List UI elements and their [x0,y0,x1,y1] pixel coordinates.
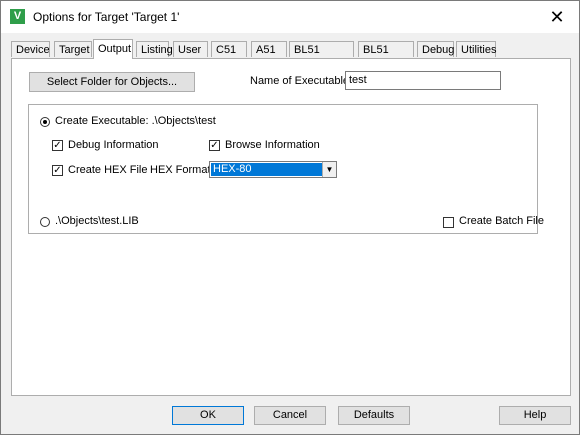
create-batch-file-checkbox[interactable] [443,217,454,228]
tab-bl51-locate[interactable]: BL51 Locate [289,41,354,72]
create-hex-checkbox[interactable]: ✓ [52,165,63,176]
tab-target[interactable]: Target [54,41,92,57]
tab-strip: Device Target Output Listing User C51 A5… [11,39,571,72]
output-tab-panel: Select Folder for Objects... Name of Exe… [11,58,571,396]
create-batch-file-label: Create Batch File [459,215,544,227]
browse-information-checkbox[interactable]: ✓ [209,140,220,151]
close-button[interactable]: ✕ [535,1,579,33]
name-of-executable-label: Name of Executable: [250,75,353,87]
browse-information-label: Browse Information [225,139,320,151]
create-executable-label: Create Executable: .\Objects\test [55,115,216,127]
create-executable-radio[interactable] [40,117,50,127]
title-bar: V Options for Target 'Target 1' ✕ [1,1,579,33]
debug-information-checkbox[interactable]: ✓ [52,140,63,151]
create-library-label: .\Objects\test.LIB [55,215,139,227]
tab-bl51-misc[interactable]: BL51 Misc [358,41,414,72]
window-title: Options for Target 'Target 1' [33,10,180,24]
select-folder-button[interactable]: Select Folder for Objects... [29,72,195,92]
hex-format-label: HEX Format: [150,164,214,176]
ok-button[interactable]: OK [172,406,244,425]
tab-output[interactable]: Output [93,39,133,59]
defaults-button[interactable]: Defaults [338,406,410,425]
tab-utilities[interactable]: Utilities [456,41,496,57]
tab-a51[interactable]: A51 [251,41,287,57]
radio-selected-dot-icon [43,120,47,124]
create-hex-label: Create HEX File [68,164,148,176]
tab-listing[interactable]: Listing [136,41,173,57]
create-executable-group: Create Executable: .\Objects\test ✓ Debu… [28,104,544,234]
tab-debug[interactable]: Debug [417,41,454,57]
help-button[interactable]: Help [499,406,571,425]
create-library-radio[interactable] [40,217,50,227]
hex-format-value: HEX-80 [211,163,322,176]
hex-format-select[interactable]: HEX-80 ▼ [209,161,337,178]
app-logo-icon: V [10,9,25,24]
tab-device[interactable]: Device [11,41,50,57]
cancel-button[interactable]: Cancel [254,406,326,425]
tab-user[interactable]: User [173,41,208,57]
name-of-executable-input[interactable]: test [345,71,501,90]
tab-c51[interactable]: C51 [211,41,247,57]
options-dialog: V Options for Target 'Target 1' ✕ Device… [0,0,580,435]
chevron-down-icon[interactable]: ▼ [322,162,336,177]
debug-information-label: Debug Information [68,139,159,151]
